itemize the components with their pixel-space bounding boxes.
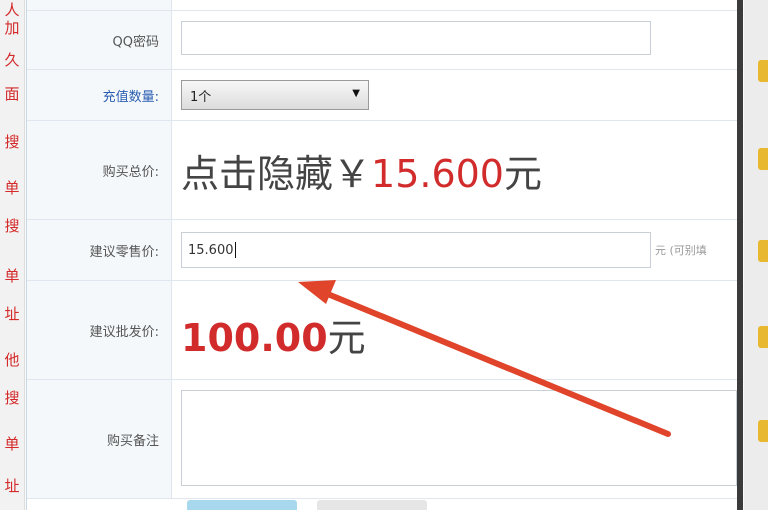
suggested-price-note: 元 (可别填 (655, 244, 707, 257)
total-price-label: 购买总价: (27, 121, 172, 219)
quantity-selected-value: 1个 (190, 89, 212, 105)
remark-textarea[interactable] (181, 390, 737, 486)
form-row-total-price: 购买总价: 点击隐藏￥15.600元 (27, 121, 737, 220)
background-char: 久 (4, 51, 20, 69)
background-char: 搜 (4, 389, 20, 407)
background-char: 搜 (4, 217, 20, 235)
background-left-panel: 人 加 久 面 搜 单 搜 单 址 他 搜 单 址 (0, 0, 25, 510)
total-price-unit: 元 (503, 152, 542, 196)
order-dialog: QQ密码 充值数量: 1个 ▼ 购买总价: 点击隐藏￥15.600元 建议零售价… (26, 0, 743, 510)
wholesale-price-display: 100.00元 (181, 307, 366, 362)
total-price-display[interactable]: 点击隐藏￥15.600元 (181, 143, 542, 198)
form-row-remark: 购买备注 (27, 380, 737, 499)
remark-label: 购买备注 (27, 380, 172, 498)
wholesale-price-label: 建议批发价: (27, 281, 172, 379)
background-char: 单 (4, 179, 20, 197)
background-char: 人 (4, 1, 20, 19)
quantity-label: 充值数量: (27, 70, 172, 120)
suggested-price-value: 15.600 (188, 242, 234, 258)
hide-price-toggle[interactable]: 点击隐藏￥ (181, 152, 371, 196)
form-row-wholesale-price: 建议批发价: 100.00元 (27, 281, 737, 380)
row-label-empty (27, 0, 172, 10)
background-marker (758, 60, 768, 82)
background-right-panel (744, 0, 768, 510)
qq-password-label: QQ密码 (27, 11, 172, 69)
submit-button[interactable] (187, 500, 297, 510)
background-char: 搜 (4, 133, 20, 151)
form-row-qq-password: QQ密码 (27, 11, 737, 70)
suggested-price-label: 建议零售价: (27, 220, 172, 280)
background-char: 址 (4, 477, 20, 495)
form-row-suggested-price: 建议零售价: 15.600 元 (可别填 (27, 220, 737, 281)
chevron-down-icon: ▼ (352, 88, 360, 99)
background-char: 单 (4, 435, 20, 453)
background-char: 加 (4, 19, 20, 37)
wholesale-price-value: 100.00 (181, 316, 328, 360)
background-marker (758, 326, 768, 348)
background-char: 他 (4, 351, 20, 369)
form-row-quantity: 充值数量: 1个 ▼ (27, 70, 737, 121)
wholesale-price-unit: 元 (327, 316, 366, 360)
cancel-button[interactable] (317, 500, 427, 510)
suggested-price-input[interactable]: 15.600 (181, 232, 651, 268)
form-row-top (27, 0, 737, 11)
background-marker (758, 420, 768, 442)
text-cursor (234, 242, 236, 258)
background-marker (758, 240, 768, 262)
background-char: 址 (4, 305, 20, 323)
background-char: 面 (4, 85, 20, 103)
quantity-select[interactable]: 1个 ▼ (181, 80, 369, 110)
background-char: 单 (4, 267, 20, 285)
total-price-value: 15.600 (371, 152, 504, 196)
qq-password-input[interactable] (181, 21, 651, 55)
background-marker (758, 148, 768, 170)
